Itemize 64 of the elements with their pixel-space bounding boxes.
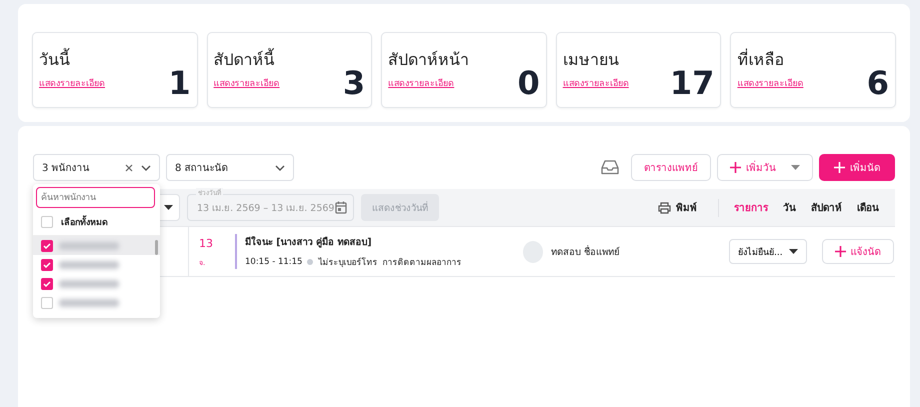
- add-appointment-button[interactable]: เพิ่มนัด: [819, 154, 895, 181]
- select-all-label: เลือกทั้งหมด: [61, 215, 108, 229]
- stat-count: 6: [866, 67, 889, 99]
- day-number: 13: [199, 237, 214, 250]
- caret-icon: [164, 205, 173, 210]
- plus-icon: [730, 162, 741, 173]
- caret-icon: [791, 165, 800, 170]
- appointment-title: มีใจนะ [นางสาว คู่มือ ทดสอบ]: [245, 235, 373, 249]
- stat-count: 0: [518, 67, 540, 99]
- purpose-text: การติดตามผลอาการ: [382, 257, 462, 269]
- staff-option[interactable]: [33, 236, 160, 255]
- checkbox[interactable]: [41, 258, 53, 270]
- staff-select[interactable]: 3 พนักงาน: [33, 154, 160, 181]
- doctor-schedule-button[interactable]: ตารางแพทย์: [631, 154, 711, 181]
- details-link[interactable]: แสดงรายละเอียด: [737, 79, 804, 89]
- checkbox[interactable]: [41, 278, 53, 290]
- details-link[interactable]: แสดงรายละเอียด: [214, 79, 280, 89]
- view-tab[interactable]: รายการ: [730, 200, 772, 215]
- stat-title: เมษายน: [562, 49, 620, 71]
- stat-title: สัปดาห์นี้: [214, 47, 276, 71]
- view-tab[interactable]: เดือน: [853, 200, 883, 215]
- select-value: 3 พนักงาน: [42, 162, 90, 175]
- checkbox[interactable]: [41, 296, 53, 308]
- details-link[interactable]: แสดงรายละเอียด: [39, 79, 105, 89]
- checkbox[interactable]: [41, 216, 53, 228]
- checkbox[interactable]: [41, 240, 53, 252]
- stat-title: วันนี้: [39, 47, 71, 71]
- notify-button[interactable]: แจ้งนัด: [822, 239, 894, 264]
- blurred-name: [59, 298, 119, 306]
- status-select[interactable]: 8 สถานะนัด: [166, 154, 294, 181]
- blurred-name: [59, 260, 119, 268]
- blurred-name: [59, 242, 119, 250]
- view-tab[interactable]: สัปดาห์: [807, 200, 846, 215]
- dot-icon: [307, 259, 314, 265]
- blurred-name: [59, 280, 119, 288]
- details-link[interactable]: แสดงรายละเอียด: [388, 79, 454, 89]
- view-tab[interactable]: วัน: [779, 200, 800, 215]
- phone-text: ไม่ระบุเบอร์โทร: [318, 256, 378, 269]
- add-day-button[interactable]: เพิ่มวัน: [717, 154, 813, 181]
- stat-count: 1: [168, 67, 191, 99]
- select-value: 8 สถานะนัด: [175, 162, 228, 175]
- doctor-name: ทดสอบ ชื่อแพทย์: [551, 244, 620, 259]
- printer-icon: [658, 202, 671, 214]
- appointment-time: 10:15 - 11:15: [245, 257, 302, 267]
- check-icon: [43, 242, 51, 248]
- scrollbar: [155, 240, 158, 255]
- inbox-icon[interactable]: [601, 160, 619, 175]
- plus-icon: [834, 246, 846, 257]
- plus-icon: [834, 162, 845, 173]
- search-field[interactable]: ค้นหาพนักงาน: [36, 187, 155, 208]
- stat-title: ที่เหลือ: [737, 48, 786, 71]
- stat-count: 17: [670, 67, 714, 99]
- stat-count: 3: [342, 67, 366, 99]
- check-icon: [43, 262, 51, 268]
- check-icon: [43, 280, 51, 286]
- status-dropdown[interactable]: ยังไม่ยืนยั...: [729, 239, 807, 264]
- caret-icon: [141, 164, 151, 170]
- stat-title: สัปดาห์หน้า: [388, 49, 470, 71]
- clear-icon: [125, 164, 133, 172]
- caret-icon: [275, 164, 285, 170]
- print-button[interactable]: พิมพ์: [652, 199, 707, 216]
- caret-icon: [788, 249, 798, 254]
- calendar-icon: [335, 201, 347, 214]
- details-link[interactable]: แสดงรายละเอียด: [562, 79, 629, 89]
